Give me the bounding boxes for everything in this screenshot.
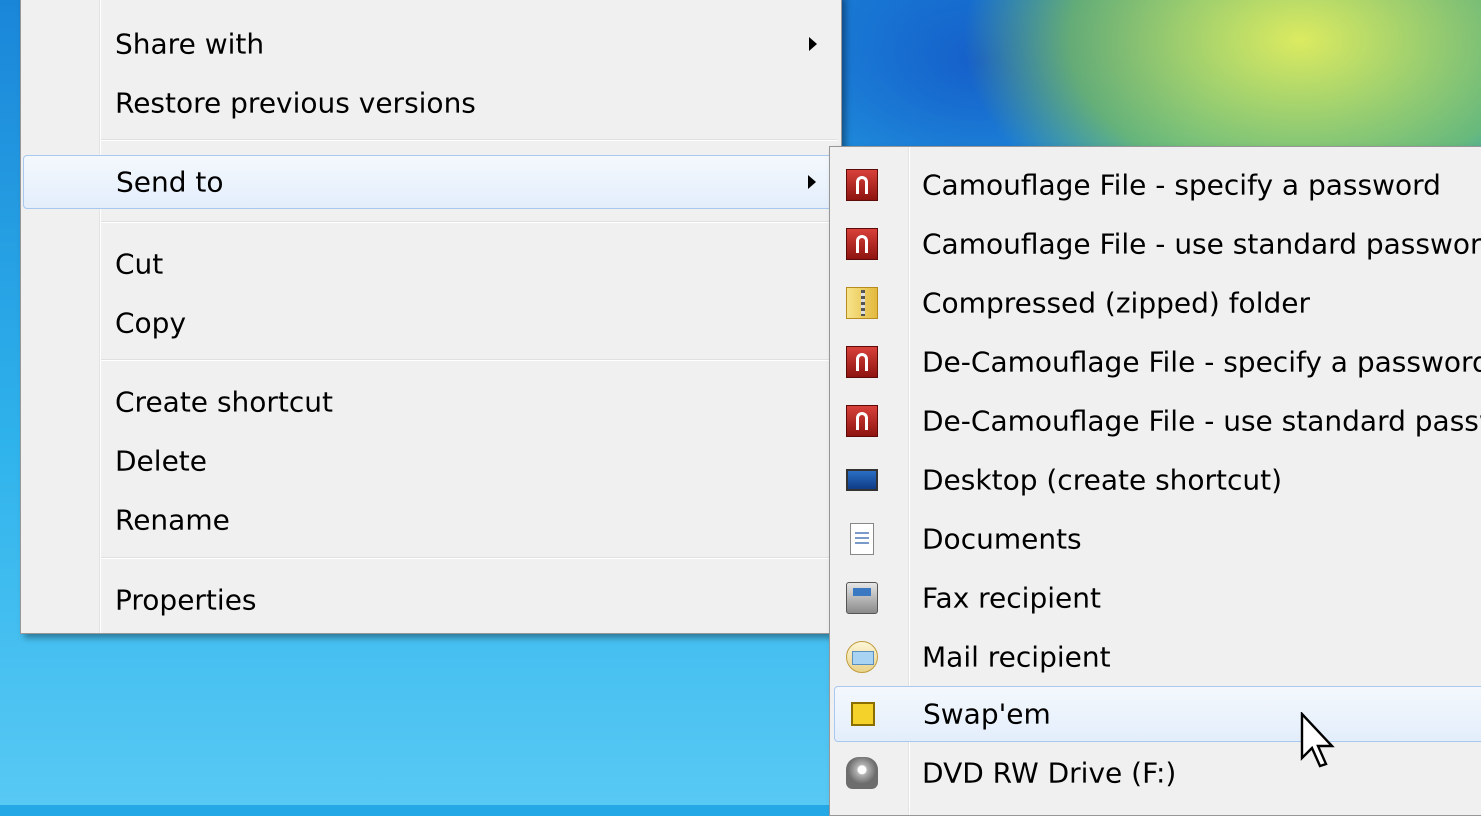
menu-item-label: Mail recipient xyxy=(922,640,1111,674)
menu-item-create-shortcut[interactable]: Create shortcut xyxy=(23,375,839,429)
send-to-item-dvd-rw-drive[interactable]: DVD RW Drive (F:) xyxy=(834,745,1481,801)
menu-item-label: Restore previous versions xyxy=(115,86,476,120)
menu-item-restore-previous-versions[interactable]: Restore previous versions xyxy=(23,76,839,130)
swapem-icon xyxy=(851,702,875,726)
menu-separator xyxy=(101,359,837,361)
context-menu: Share with Restore previous versions Sen… xyxy=(20,0,842,634)
menu-separator xyxy=(101,557,837,559)
menu-item-label: Share with xyxy=(115,27,265,61)
menu-item-cut[interactable]: Cut xyxy=(23,237,839,291)
menu-item-label: DVD RW Drive (F:) xyxy=(922,756,1177,790)
menu-separator xyxy=(101,139,837,141)
desktop-icon xyxy=(846,469,878,491)
submenu-arrow-icon xyxy=(809,37,817,51)
camouflage-lock-icon xyxy=(846,405,878,437)
camouflage-lock-icon xyxy=(846,169,878,201)
camouflage-lock-icon xyxy=(846,346,878,378)
menu-item-delete[interactable]: Delete xyxy=(23,434,839,488)
camouflage-lock-icon xyxy=(846,228,878,260)
menu-item-label: Rename xyxy=(115,503,230,537)
send-to-item-decamouflage-standard[interactable]: De-Camouflage File - use standard passwo… xyxy=(834,393,1481,449)
menu-item-rename[interactable]: Rename xyxy=(23,493,839,547)
menu-item-copy[interactable]: Copy xyxy=(23,296,839,350)
menu-item-label: Camouflage File - use standard password xyxy=(922,227,1481,261)
menu-item-label: Swap'em xyxy=(923,697,1051,731)
send-to-item-decamouflage-specify[interactable]: De-Camouflage File - specify a password xyxy=(834,334,1481,390)
send-to-item-mail-recipient[interactable]: Mail recipient xyxy=(834,629,1481,685)
menu-item-label: Fax recipient xyxy=(922,581,1101,615)
menu-item-label: De-Camouflage File - specify a password xyxy=(922,345,1481,379)
menu-separator xyxy=(101,221,837,223)
menu-item-label: Cut xyxy=(115,247,164,281)
document-icon xyxy=(850,523,874,555)
menu-item-properties[interactable]: Properties xyxy=(23,573,839,627)
mail-icon xyxy=(846,641,878,673)
dvd-drive-icon xyxy=(846,757,878,789)
menu-item-label: Copy xyxy=(115,306,187,340)
menu-item-label: Properties xyxy=(115,583,257,617)
menu-item-label: Delete xyxy=(115,444,207,478)
send-to-item-desktop[interactable]: Desktop (create shortcut) xyxy=(834,452,1481,508)
submenu-arrow-icon xyxy=(808,175,816,189)
menu-item-label: Camouflage File - specify a password xyxy=(922,168,1441,202)
send-to-item-swapem[interactable]: Swap'em xyxy=(834,686,1481,742)
mouse-pointer-icon xyxy=(1300,712,1335,768)
menu-item-label: Compressed (zipped) folder xyxy=(922,286,1310,320)
menu-item-label: Send to xyxy=(116,165,224,199)
fax-icon xyxy=(846,582,878,614)
menu-item-send-to[interactable]: Send to xyxy=(23,155,839,209)
menu-item-label: De-Camouflage File - use standard passwo… xyxy=(922,404,1481,438)
menu-item-label: Desktop (create shortcut) xyxy=(922,463,1283,497)
menu-item-label: Documents xyxy=(922,522,1082,556)
send-to-item-camouflage-specify[interactable]: Camouflage File - specify a password xyxy=(834,157,1481,213)
menu-item-label: Create shortcut xyxy=(115,385,334,419)
send-to-item-compressed-folder[interactable]: Compressed (zipped) folder xyxy=(834,275,1481,331)
menu-item-share-with[interactable]: Share with xyxy=(23,17,839,71)
send-to-submenu: Camouflage File - specify a password Cam… xyxy=(829,146,1481,816)
send-to-item-documents[interactable]: Documents xyxy=(834,511,1481,567)
zip-folder-icon xyxy=(846,287,878,319)
send-to-item-fax-recipient[interactable]: Fax recipient xyxy=(834,570,1481,626)
send-to-item-camouflage-standard[interactable]: Camouflage File - use standard password xyxy=(834,216,1481,272)
